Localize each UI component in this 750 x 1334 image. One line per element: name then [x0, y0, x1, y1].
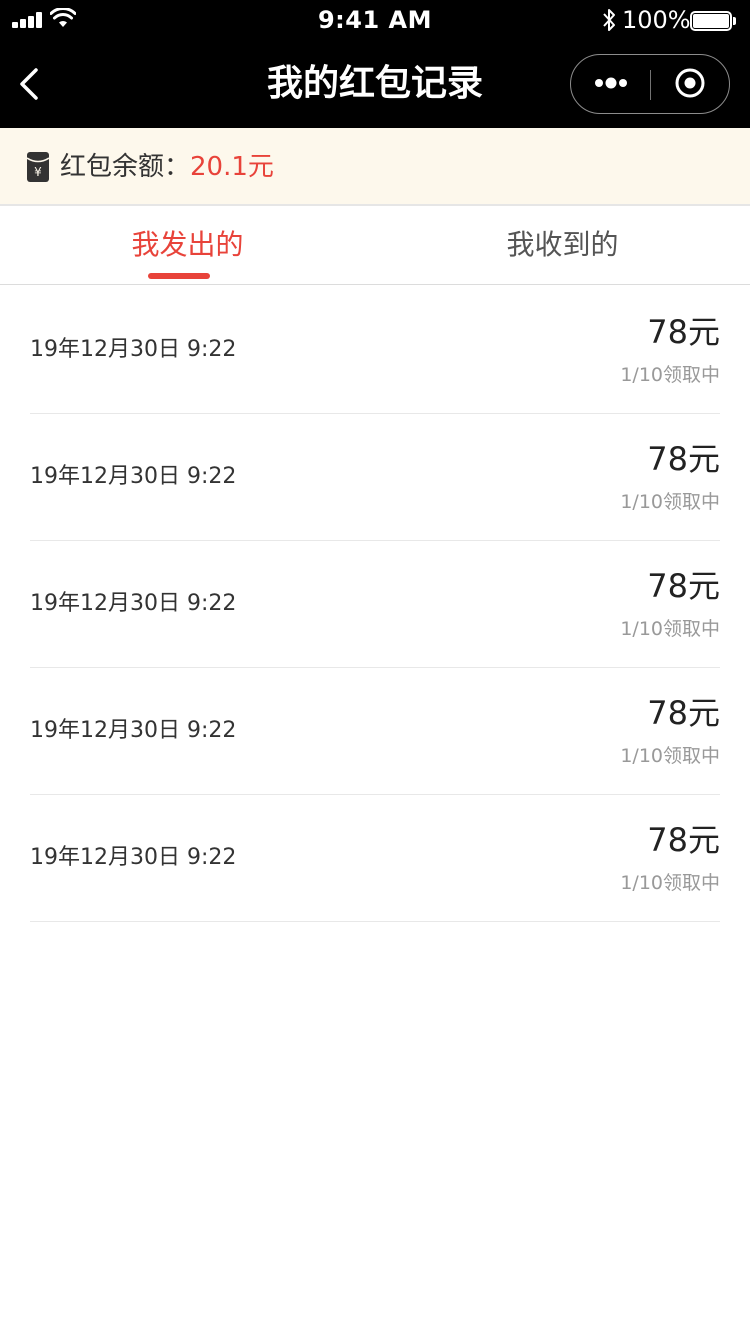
- record-amount: 78元: [647, 694, 720, 732]
- record-list: 19年12月30日 9:22 78元 1/10领取中 19年12月30日 9:2…: [0, 287, 750, 922]
- record-amount: 78元: [647, 440, 720, 478]
- record-date: 19年12月30日 9:22: [30, 718, 237, 743]
- record-date: 19年12月30日 9:22: [30, 464, 237, 489]
- record-date: 19年12月30日 9:22: [30, 845, 237, 870]
- back-arrow-icon: [20, 68, 38, 100]
- record-status: 1/10领取中: [620, 872, 720, 894]
- record-status: 1/10领取中: [620, 491, 720, 513]
- list-item[interactable]: 19年12月30日 9:22 78元 1/10领取中: [30, 668, 720, 795]
- record-status: 1/10领取中: [620, 364, 720, 386]
- target-close-icon: [675, 68, 705, 98]
- red-packet-icon: ¥: [27, 152, 49, 182]
- back-button[interactable]: [10, 60, 54, 108]
- more-dots-icon: [595, 77, 627, 89]
- list-item[interactable]: 19年12月30日 9:22 78元 1/10领取中: [30, 414, 720, 541]
- tab-received[interactable]: 我收到的: [375, 206, 750, 284]
- mini-program-capsule: [570, 54, 730, 114]
- list-item[interactable]: 19年12月30日 9:22 78元 1/10领取中: [30, 541, 720, 668]
- nav-bar: 我的红包记录: [0, 40, 750, 128]
- balance-label: 红包余额：: [60, 152, 191, 182]
- record-date: 19年12月30日 9:22: [30, 591, 237, 616]
- close-mini-program-button[interactable]: [651, 55, 729, 112]
- battery-percentage: 100%: [622, 6, 691, 34]
- record-amount: 78元: [647, 821, 720, 859]
- active-tab-indicator: [148, 273, 210, 279]
- record-status: 1/10领取中: [620, 618, 720, 640]
- record-date: 19年12月30日 9:22: [30, 337, 237, 362]
- status-bar: 9:41 AM 100%: [0, 0, 750, 40]
- record-amount: 78元: [647, 567, 720, 605]
- balance-value: 20.1元: [190, 152, 274, 182]
- bluetooth-icon: [603, 9, 615, 31]
- balance-bar: ¥ 红包余额： 20.1元: [0, 128, 750, 206]
- more-button[interactable]: [571, 55, 650, 112]
- list-item[interactable]: 19年12月30日 9:22 78元 1/10领取中: [30, 795, 720, 922]
- record-amount: 78元: [647, 313, 720, 351]
- svg-text:¥: ¥: [34, 165, 42, 179]
- record-tabs: 我发出的 我收到的: [0, 206, 750, 285]
- record-status: 1/10领取中: [620, 745, 720, 767]
- battery-icon: [690, 11, 736, 31]
- list-item[interactable]: 19年12月30日 9:22 78元 1/10领取中: [30, 287, 720, 414]
